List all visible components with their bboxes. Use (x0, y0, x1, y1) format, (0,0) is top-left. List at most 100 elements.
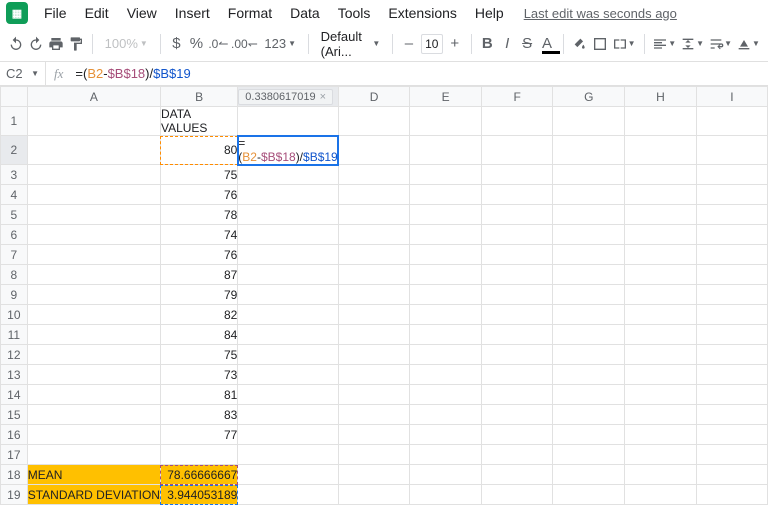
cell[interactable] (410, 136, 482, 165)
cell[interactable]: 75 (160, 345, 237, 365)
row-head[interactable]: 11 (1, 325, 28, 345)
cell[interactable] (238, 465, 338, 485)
font-size-input[interactable]: 10 (421, 34, 443, 54)
cell[interactable] (553, 136, 625, 165)
cell[interactable] (27, 136, 160, 165)
menu-tools[interactable]: Tools (330, 3, 379, 23)
cell[interactable] (625, 405, 697, 425)
bold-button[interactable]: B (479, 32, 495, 56)
cell[interactable] (238, 245, 338, 265)
cell[interactable] (696, 245, 767, 265)
cell[interactable] (481, 365, 553, 385)
cell[interactable] (338, 165, 410, 185)
cell[interactable] (481, 465, 553, 485)
cell[interactable] (481, 225, 553, 245)
cell[interactable] (553, 225, 625, 245)
cell[interactable] (481, 425, 553, 445)
cell[interactable] (338, 225, 410, 245)
cell[interactable] (338, 345, 410, 365)
cell[interactable] (625, 445, 697, 465)
cell[interactable] (696, 445, 767, 465)
cell[interactable]: DATA VALUES (160, 107, 237, 136)
cell[interactable] (238, 445, 338, 465)
menu-extensions[interactable]: Extensions (380, 3, 464, 23)
cell[interactable] (27, 365, 160, 385)
cell[interactable]: 87 (160, 265, 237, 285)
cell[interactable] (338, 245, 410, 265)
cell[interactable] (338, 445, 410, 465)
increase-decimal-button[interactable]: .00↽ (232, 32, 256, 56)
row-head[interactable]: 8 (1, 265, 28, 285)
font-size-increase[interactable]: + (447, 32, 463, 56)
h-align-button[interactable]: ▼ (652, 32, 676, 56)
cell[interactable] (27, 405, 160, 425)
cell[interactable] (338, 205, 410, 225)
row-head[interactable]: 4 (1, 185, 28, 205)
cell[interactable]: STANDARD DEVIATION (27, 485, 160, 505)
cell[interactable]: 73 (160, 365, 237, 385)
cell[interactable] (410, 445, 482, 465)
cell[interactable] (27, 107, 160, 136)
cell[interactable] (553, 285, 625, 305)
cell[interactable]: 3.944053189 (160, 485, 237, 505)
cell[interactable] (553, 485, 625, 505)
cell[interactable]: 77 (160, 425, 237, 445)
cell[interactable] (625, 245, 697, 265)
v-align-button[interactable]: ▼ (680, 32, 704, 56)
cell[interactable] (625, 205, 697, 225)
row-head[interactable]: 15 (1, 405, 28, 425)
cell[interactable] (481, 385, 553, 405)
cell[interactable] (410, 107, 482, 136)
cell[interactable] (238, 165, 338, 185)
cell[interactable] (338, 285, 410, 305)
cell[interactable] (238, 425, 338, 445)
cell[interactable] (338, 365, 410, 385)
cell[interactable] (553, 185, 625, 205)
cell[interactable] (27, 305, 160, 325)
redo-button[interactable] (28, 32, 44, 56)
last-edit-link[interactable]: Last edit was seconds ago (524, 6, 677, 21)
cell[interactable] (696, 265, 767, 285)
cell[interactable] (410, 245, 482, 265)
cell[interactable] (481, 405, 553, 425)
col-head-d[interactable]: D (338, 87, 410, 107)
cell[interactable] (553, 325, 625, 345)
cell[interactable] (238, 405, 338, 425)
col-head-e[interactable]: E (410, 87, 482, 107)
cell[interactable] (553, 165, 625, 185)
row-head[interactable]: 3 (1, 165, 28, 185)
cell[interactable] (553, 265, 625, 285)
cell[interactable] (238, 225, 338, 245)
cell[interactable] (238, 365, 338, 385)
rotate-button[interactable]: ▼ (736, 32, 760, 56)
cell[interactable] (625, 285, 697, 305)
cell[interactable] (696, 165, 767, 185)
cell[interactable] (481, 185, 553, 205)
formula-input[interactable]: =(B2-$B$18)/$B$19 (71, 66, 768, 81)
select-all-corner[interactable] (1, 87, 28, 107)
percent-button[interactable]: % (188, 32, 204, 56)
cell[interactable] (338, 425, 410, 445)
cell[interactable] (238, 305, 338, 325)
cell[interactable] (553, 365, 625, 385)
menu-data[interactable]: Data (282, 3, 328, 23)
cell[interactable] (553, 245, 625, 265)
cell[interactable]: 83 (160, 405, 237, 425)
cell[interactable] (410, 165, 482, 185)
cell-editing[interactable]: =(B2-$B$18)/$B$19 (238, 136, 338, 165)
cell[interactable] (696, 305, 767, 325)
zoom-select[interactable]: 100%▼ (101, 36, 152, 51)
cell[interactable] (553, 425, 625, 445)
cell[interactable] (553, 205, 625, 225)
cell[interactable] (696, 225, 767, 245)
cell[interactable] (696, 285, 767, 305)
row-head[interactable]: 2 (1, 136, 28, 165)
cell[interactable] (481, 285, 553, 305)
cell[interactable] (696, 136, 767, 165)
cell[interactable]: 84 (160, 325, 237, 345)
cell[interactable] (481, 265, 553, 285)
number-format-select[interactable]: 123▼ (260, 36, 300, 51)
undo-button[interactable] (8, 32, 24, 56)
cell[interactable] (238, 285, 338, 305)
cell[interactable] (696, 325, 767, 345)
